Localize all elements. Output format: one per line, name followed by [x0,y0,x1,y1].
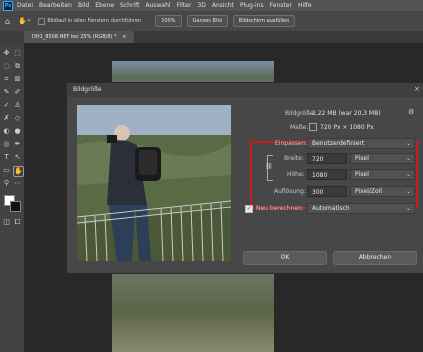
fit-to-value: Benutzerdefiniert [312,140,365,147]
chevron-down-icon: ⌄ [405,171,411,178]
resolution-unit-value: Pixel/Zoll [355,188,383,195]
ok-button[interactable]: OK [243,251,327,265]
dialog-title: Bildgröße [73,86,102,93]
options-bar: ⌂ ✋ ▾ Bildlauf in allen Fenstern durchfü… [0,11,423,31]
menu-schrift[interactable]: Schrift [120,2,139,9]
height-input[interactable]: 1080 [307,169,347,180]
tool-preset-chevron-icon[interactable]: ▾ [28,18,31,24]
dialog-close-icon[interactable]: × [414,85,420,93]
screen-mode-icon[interactable]: ⧠ [13,218,22,227]
resolution-label: Auflösung: [274,188,306,195]
fit-screen-button[interactable]: Ganzes Bild [186,15,228,27]
menu-hilfe[interactable]: Hilfe [298,2,312,9]
resample-method-select[interactable]: Automatisch ⌄ [307,203,415,214]
chevron-down-icon: ⌄ [405,205,411,212]
height-unit-value: Pixel [355,171,369,178]
width-unit-select[interactable]: Pixel ⌄ [350,153,415,164]
healing-brush-tool-icon[interactable]: ✓ [2,101,11,110]
type-tool-icon[interactable]: T [2,153,11,162]
link-chain-icon: ⛓ [265,163,273,170]
width-unit-value: Pixel [355,155,369,162]
zoom-100-button[interactable]: 100% [155,15,182,27]
document-tab-title: DH1_8508.NEF bei 25% (RGB/8) * [32,34,117,40]
more-tools-icon[interactable]: ⋯ [13,179,22,188]
frame-tool-icon[interactable]: ⊠ [13,75,22,84]
width-label: Breite: [284,155,304,162]
preview-photo [77,105,231,261]
menu-datei[interactable]: Datei [17,2,33,9]
menu-fenster[interactable]: Fenster [270,2,292,9]
cancel-button[interactable]: Abbrechen [333,251,417,265]
chevron-down-icon: ⌄ [405,140,411,147]
rectangle-tool-icon[interactable]: ▭ [2,166,11,175]
width-input[interactable]: 720 [307,153,347,164]
dialog-title-bar [67,83,423,97]
object-select-tool-icon[interactable]: ⧉ [13,62,22,71]
menu-bearbeiten[interactable]: Bearbeiten [39,2,72,9]
pen-tool-icon[interactable]: ✒ [13,140,22,149]
document-tab-close-icon[interactable]: × [122,34,126,40]
hand-tool-icon[interactable]: ✋ [18,17,27,25]
crop-tool-icon[interactable]: ⌗ [2,75,11,84]
dimensions-label: Maße: [290,124,309,131]
settings-gear-icon[interactable]: ⚙ [408,108,414,116]
chevron-down-icon: ⌄ [405,155,411,162]
resolution-input[interactable]: 300 [307,186,347,197]
fit-to-label: Einpassen: [275,140,308,147]
lasso-tool-icon[interactable]: ◌ [2,62,11,71]
hand-tool-active-icon[interactable]: ✋ [13,166,24,177]
fill-screen-button[interactable]: Bildschirm ausfüllen [232,15,296,27]
menu-filter[interactable]: Filter [177,2,192,9]
artboard-tool-icon[interactable]: ⬚ [13,49,22,58]
resample-method-value: Automatisch [312,205,350,212]
background-color-swatch[interactable] [10,201,21,212]
gradient-tool-icon[interactable]: ◐ [2,127,11,136]
zoom-tool-icon[interactable]: ⚲ [2,179,11,188]
chevron-down-icon: ⌄ [405,188,411,195]
menu-3d[interactable]: 3D [197,2,205,9]
eraser-tool-icon[interactable]: ◇ [13,114,22,123]
image-size-dialog: Bildgröße × Bildgröße: 2,22 MB (war 20,3… [66,82,423,274]
document-image-bottom [112,272,274,352]
image-preview[interactable] [77,105,231,261]
height-label: Höhe: [287,171,305,178]
scroll-all-windows-checkbox[interactable] [38,17,46,25]
scroll-all-windows-label: Bildlauf in allen Fenstern durchführen [47,18,142,24]
eyedropper-tool-icon[interactable]: ✎ [2,88,11,97]
path-select-tool-icon[interactable]: ↖ [13,153,22,162]
dimensions-value: 720 Px × 1080 Px [320,124,374,131]
menu-ansicht[interactable]: Ansicht [212,2,234,9]
menu-bild[interactable]: Bild [78,2,89,9]
move-tool-icon[interactable]: ✥ [2,49,11,58]
menu-bar: Ps Datei Bearbeiten Bild Ebene Schrift A… [0,0,423,11]
tools-panel: ✥ ⬚ ◌ ⧉ ⌗ ⊠ ✎ ✐ ✓ ♙ ✗ ◇ ◐ ● ◎ ✒ T ↖ ▭ ✋ … [0,43,24,352]
image-size-value: 2,22 MB (war 20,3 MB) [312,110,381,117]
resample-label: Neu berechnen: [256,205,304,212]
blur-tool-icon[interactable]: ● [13,127,22,136]
fit-to-select[interactable]: Benutzerdefiniert ⌄ [307,138,415,149]
height-unit-select[interactable]: Pixel ⌄ [350,169,415,180]
menu-plugins[interactable]: Plug-ins [240,2,264,9]
home-icon[interactable]: ⌂ [5,17,10,26]
menu-ebene[interactable]: Ebene [95,2,114,9]
menu-auswahl[interactable]: Auswahl [145,2,170,9]
resample-checkbox[interactable]: ✓ [245,205,253,213]
document-tab[interactable]: DH1_8508.NEF bei 25% (RGB/8) * × [24,31,135,43]
dimensions-unit-toggle-icon[interactable] [309,123,317,131]
quick-mask-icon[interactable]: ◫ [2,218,11,227]
dodge-tool-icon[interactable]: ◎ [2,140,11,149]
photoshop-logo-icon: Ps [3,0,13,11]
brush-tool-icon[interactable]: ✐ [13,88,22,97]
stamp-tool-icon[interactable]: ♙ [13,101,22,110]
image-size-label: Bildgröße: [285,110,316,117]
resolution-unit-select[interactable]: Pixel/Zoll ⌄ [350,186,415,197]
history-brush-tool-icon[interactable]: ✗ [2,114,11,123]
